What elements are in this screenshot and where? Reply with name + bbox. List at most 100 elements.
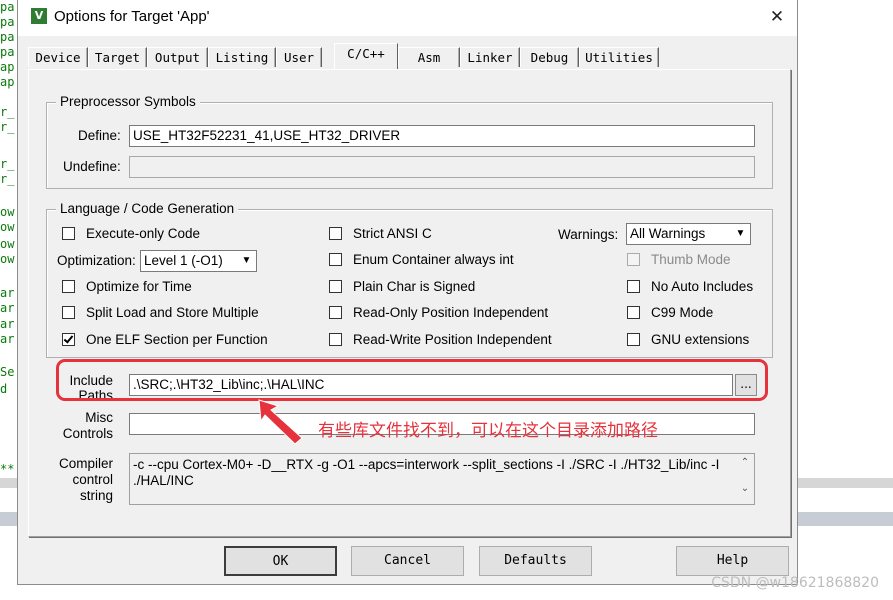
optimization-label: Optimization: xyxy=(57,253,136,268)
checkbox-box[interactable] xyxy=(329,253,342,266)
optimization-select[interactable]: Level 1 (-O1) ▼ xyxy=(140,250,257,272)
tab-debug[interactable]: Debug xyxy=(520,47,579,67)
compiler-control-label: Compiler control string xyxy=(53,456,113,504)
c99-mode-checkbox[interactable]: C99 Mode xyxy=(627,305,713,320)
code-line: ow xyxy=(0,252,15,266)
code-line: pa xyxy=(0,0,15,14)
tab-user[interactable]: User xyxy=(276,47,322,67)
thumb-mode-checkbox[interactable]: Thumb Mode xyxy=(627,252,731,267)
no-auto-includes-checkbox[interactable]: No Auto Includes xyxy=(627,279,753,294)
chevron-down-icon[interactable]: ▼ xyxy=(238,252,255,270)
ok-button[interactable]: OK xyxy=(224,546,337,576)
options-dialog: V Options for Target 'App' ✕ Device Targ… xyxy=(17,0,798,585)
checkbox-label: Read-Write Position Independent xyxy=(353,332,552,347)
checkbox-label: One ELF Section per Function xyxy=(86,332,268,347)
scroll-up-icon[interactable]: ⌃ xyxy=(737,455,753,471)
highlight-box xyxy=(56,359,768,401)
code-line: Se xyxy=(0,365,15,379)
split-load-checkbox[interactable]: Split Load and Store Multiple xyxy=(62,305,259,320)
compiler-label-line3: string xyxy=(79,488,113,503)
read-only-pi-checkbox[interactable]: Read-Only Position Independent xyxy=(329,305,548,320)
code-line: ar xyxy=(0,332,15,346)
code-line: r_ xyxy=(0,105,15,119)
close-icon[interactable]: ✕ xyxy=(763,4,791,30)
misc-controls-label: Misc Controls xyxy=(59,410,113,442)
enum-container-checkbox[interactable]: Enum Container always int xyxy=(329,252,514,267)
tab-asm[interactable]: Asm xyxy=(398,47,460,67)
define-input[interactable]: USE_HT32F52231_41,USE_HT32_DRIVER xyxy=(129,125,755,147)
preprocessor-title: Preprocessor Symbols xyxy=(56,94,200,109)
checkbox-box[interactable] xyxy=(329,227,342,240)
help-button[interactable]: Help xyxy=(676,546,789,576)
checkbox-label: C99 Mode xyxy=(651,305,714,320)
checkbox-box[interactable] xyxy=(62,227,75,240)
checkbox-label: Enum Container always int xyxy=(353,252,514,267)
plain-char-checkbox[interactable]: Plain Char is Signed xyxy=(329,279,475,294)
code-line: ar xyxy=(0,317,15,331)
scroll-down-icon[interactable]: ⌄ xyxy=(737,481,753,497)
cancel-button[interactable]: Cancel xyxy=(351,546,464,576)
code-line: ap xyxy=(0,75,15,89)
tab-listing[interactable]: Listing xyxy=(208,47,276,67)
chevron-down-icon[interactable]: ▼ xyxy=(732,225,749,243)
code-line: pa xyxy=(0,45,15,59)
annotation-text: 有些库文件找不到，可以在这个目录添加路径 xyxy=(318,421,658,441)
watermark: CSDN @w18621868820 xyxy=(711,575,879,591)
app-icon: V xyxy=(31,8,47,24)
language-title: Language / Code Generation xyxy=(56,201,239,216)
checkbox-label: Strict ANSI C xyxy=(353,226,432,241)
tab-output[interactable]: Output xyxy=(147,47,208,67)
checkbox-label: Execute-only Code xyxy=(86,226,201,241)
checkbox-box[interactable] xyxy=(62,280,75,293)
compiler-control-string[interactable]: -c --cpu Cortex-M0+ -D__RTX -g -O1 --apc… xyxy=(129,453,755,505)
code-line: ow xyxy=(0,237,15,251)
checkbox-box[interactable] xyxy=(627,280,640,293)
compiler-string-text: -c --cpu Cortex-M0+ -D__RTX -g -O1 --apc… xyxy=(133,457,720,488)
code-line: r_ xyxy=(0,120,15,134)
checkbox-box[interactable] xyxy=(627,253,640,266)
scrollbar[interactable]: ⌃ ⌄ xyxy=(737,455,753,503)
checkbox-box[interactable] xyxy=(329,280,342,293)
gnu-extensions-checkbox[interactable]: GNU extensions xyxy=(627,332,749,347)
misc-label-line1: Misc xyxy=(85,410,113,425)
checkbox-box[interactable] xyxy=(627,333,640,346)
optimization-value: Level 1 (-O1) xyxy=(144,253,223,268)
one-elf-checkbox[interactable]: One ELF Section per Function xyxy=(62,332,268,347)
execute-only-checkbox[interactable]: Execute-only Code xyxy=(62,226,200,241)
warnings-value: All Warnings xyxy=(630,226,706,241)
code-line: ap xyxy=(0,60,15,74)
checkbox-box[interactable] xyxy=(627,306,640,319)
warnings-select[interactable]: All Warnings ▼ xyxy=(626,223,751,245)
checkbox-box[interactable] xyxy=(329,333,342,346)
code-line: ar xyxy=(0,286,15,300)
tab-c-cpp[interactable]: C/C++ xyxy=(334,43,398,69)
optimize-time-checkbox[interactable]: Optimize for Time xyxy=(62,279,192,294)
code-line: ** xyxy=(0,462,15,476)
tab-linker[interactable]: Linker xyxy=(460,47,520,67)
code-line: pa xyxy=(0,30,15,44)
title-bar: V Options for Target 'App' ✕ xyxy=(18,0,797,36)
checkbox-label: No Auto Includes xyxy=(651,279,754,294)
tab-utilities[interactable]: Utilities xyxy=(579,47,659,67)
checkbox-box[interactable] xyxy=(62,333,75,346)
c-cpp-panel: Preprocessor Symbols Define: USE_HT32F52… xyxy=(28,69,791,537)
defaults-button[interactable]: Defaults xyxy=(479,546,592,576)
read-write-pi-checkbox[interactable]: Read-Write Position Independent xyxy=(329,332,552,347)
checkbox-box[interactable] xyxy=(62,306,75,319)
tab-device[interactable]: Device xyxy=(28,47,88,67)
strict-ansi-checkbox[interactable]: Strict ANSI C xyxy=(329,226,432,241)
undefine-input[interactable] xyxy=(129,156,755,178)
code-line: ow xyxy=(0,220,15,234)
checkbox-label: Read-Only Position Independent xyxy=(353,305,549,320)
code-line: r_ xyxy=(0,172,15,186)
annotation-arrow-icon xyxy=(258,399,303,445)
tab-target[interactable]: Target xyxy=(88,47,147,67)
undefine-label: Undefine: xyxy=(63,159,121,174)
checkbox-label: Thumb Mode xyxy=(651,252,731,267)
code-line: d xyxy=(0,382,8,396)
warnings-label: Warnings: xyxy=(558,227,619,242)
background-editor: pa pa pa pa ap ap r_ r_ r_ r_ ow ow ow o… xyxy=(0,0,17,600)
dialog-title: Options for Target 'App' xyxy=(54,8,210,25)
checkbox-box[interactable] xyxy=(329,306,342,319)
checkbox-label: GNU extensions xyxy=(651,332,750,347)
